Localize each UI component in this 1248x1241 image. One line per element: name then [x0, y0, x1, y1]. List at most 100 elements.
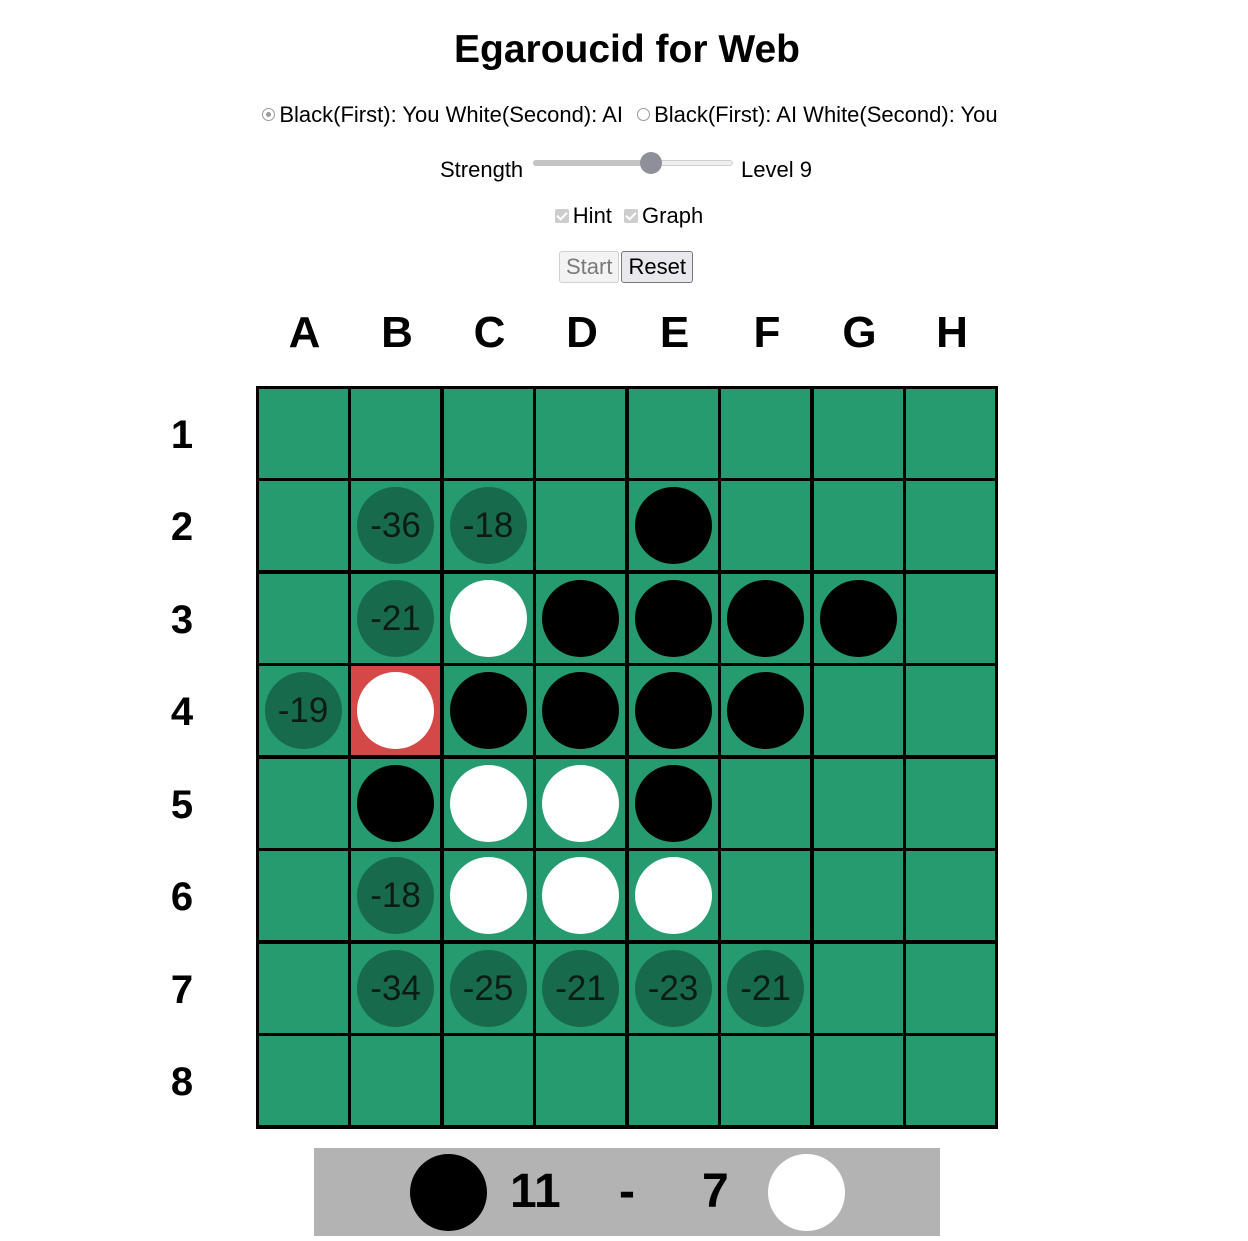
board-cell-g5[interactable]	[813, 758, 903, 848]
board-cell-d6[interactable]	[536, 851, 625, 940]
score-separator: -	[619, 1165, 635, 1218]
board-cell-b6[interactable]: -18	[351, 851, 440, 940]
board-cell-h5[interactable]	[906, 758, 995, 848]
board-cell-b4[interactable]	[351, 666, 440, 755]
board-cell-h1[interactable]	[906, 388, 995, 478]
board-cell-c5[interactable]	[443, 758, 533, 848]
radio-button-checked[interactable]	[262, 108, 276, 122]
black-disc	[634, 487, 712, 564]
row-label-3: 3	[170, 597, 194, 642]
radio-button-unchecked[interactable]	[637, 108, 651, 122]
board-cell-f7[interactable]: -21	[721, 943, 810, 1033]
hint-option[interactable]: Hint	[554, 203, 618, 228]
board-cell-e8[interactable]	[628, 1036, 718, 1125]
board-cell-f2[interactable]	[721, 481, 810, 570]
board-cell-e3[interactable]	[628, 573, 718, 663]
row-label-2: 2	[170, 505, 194, 549]
column-label-a: A	[288, 308, 321, 357]
board-cell-g7[interactable]	[813, 943, 903, 1033]
board-cell-d4[interactable]	[536, 666, 625, 755]
board-cell-c2[interactable]: -18	[443, 481, 533, 570]
board-cell-b1[interactable]	[351, 388, 440, 478]
board-cell-h2[interactable]	[906, 481, 995, 570]
graph-label: Graph	[642, 203, 704, 228]
board-cell-g2[interactable]	[813, 481, 903, 570]
board-cell-b7[interactable]: -34	[351, 943, 440, 1033]
hint-value[interactable]: -18	[357, 857, 434, 934]
graph-checkbox[interactable]	[624, 208, 639, 223]
board-cell-b5[interactable]	[351, 758, 440, 848]
board-cell-h6[interactable]	[906, 851, 995, 940]
hint-label: Hint	[572, 203, 612, 228]
column-label-d: D	[566, 308, 598, 357]
hint-checkbox[interactable]	[554, 208, 569, 223]
board-cell-c3[interactable]	[443, 573, 533, 663]
board-cell-f5[interactable]	[721, 758, 810, 848]
board-cell-d2[interactable]	[536, 481, 625, 570]
hint-value[interactable]: -19	[264, 672, 342, 749]
board-cell-e7[interactable]: -23	[628, 943, 718, 1033]
board-cell-g6[interactable]	[813, 851, 903, 940]
board-cell-a5[interactable]	[258, 758, 348, 848]
board-cell-d7[interactable]: -21	[536, 943, 625, 1033]
board-cell-b2[interactable]: -36	[351, 481, 440, 570]
board-cell-a3[interactable]	[258, 573, 348, 663]
board-cell-d3[interactable]	[536, 573, 625, 663]
board-cell-h4[interactable]	[906, 666, 995, 755]
hint-value[interactable]: -21	[542, 949, 619, 1027]
strength-slider[interactable]	[533, 152, 733, 176]
board-cell-a4[interactable]: -19	[258, 666, 348, 755]
board-cell-g4[interactable]	[813, 666, 903, 755]
board-cell-b8[interactable]	[351, 1036, 440, 1125]
board-cell-g8[interactable]	[813, 1036, 903, 1125]
graph-option[interactable]: Graph	[624, 203, 703, 228]
hint-value[interactable]: -18	[449, 487, 527, 564]
board-cell-f1[interactable]	[721, 388, 810, 478]
start-button[interactable]: Start	[559, 251, 620, 283]
board-cell-e6[interactable]	[628, 851, 718, 940]
board-cell-a2[interactable]	[258, 481, 348, 570]
slider-thumb[interactable]	[639, 152, 662, 174]
white-disc-icon	[768, 1154, 845, 1231]
mode-option-you-black[interactable]: Black(First): You White(Second): AI	[262, 102, 629, 127]
row-label-4: 4	[170, 690, 194, 734]
board-cell-c6[interactable]	[443, 851, 533, 940]
hint-value[interactable]: -34	[357, 949, 434, 1027]
hint-value[interactable]: -25	[449, 949, 527, 1027]
hint-value[interactable]: -21	[357, 579, 434, 657]
mode-option-label: Black(First): You White(Second): AI	[279, 102, 623, 127]
white-disc	[634, 857, 712, 934]
reset-button[interactable]: Reset	[621, 251, 693, 283]
board-cell-e4[interactable]	[628, 666, 718, 755]
black-disc	[542, 672, 619, 749]
board-cell-g3[interactable]	[813, 573, 903, 663]
board-cell-a8[interactable]	[258, 1036, 348, 1125]
board-cell-f4[interactable]	[721, 666, 810, 755]
column-label-h: H	[936, 308, 968, 357]
board-cell-e2[interactable]	[628, 481, 718, 570]
board-cell-d5[interactable]	[536, 758, 625, 848]
board-cell-d1[interactable]	[536, 388, 625, 478]
board-cell-e5[interactable]	[628, 758, 718, 848]
board-cell-b3[interactable]: -21	[351, 573, 440, 663]
hint-value[interactable]: -21	[727, 949, 804, 1027]
board-cell-g1[interactable]	[813, 388, 903, 478]
board-cell-a7[interactable]	[258, 943, 348, 1033]
board-cell-a1[interactable]	[258, 388, 348, 478]
board-cell-c8[interactable]	[443, 1036, 533, 1125]
board-cell-c4[interactable]	[443, 666, 533, 755]
board-cell-d8[interactable]	[536, 1036, 625, 1125]
board-cell-h8[interactable]	[906, 1036, 995, 1125]
board-cell-f8[interactable]	[721, 1036, 810, 1125]
board-cell-h7[interactable]	[906, 943, 995, 1033]
board-cell-a6[interactable]	[258, 851, 348, 940]
board-cell-f3[interactable]	[721, 573, 810, 663]
board-cell-c7[interactable]: -25	[443, 943, 533, 1033]
board-cell-e1[interactable]	[628, 388, 718, 478]
board-cell-f6[interactable]	[721, 851, 810, 940]
hint-value[interactable]: -23	[634, 949, 712, 1027]
mode-option-ai-black[interactable]: Black(First): AI White(Second): You	[637, 102, 998, 127]
board-cell-c1[interactable]	[443, 388, 533, 478]
hint-value[interactable]: -36	[357, 487, 434, 564]
board-cell-h3[interactable]	[906, 573, 995, 663]
